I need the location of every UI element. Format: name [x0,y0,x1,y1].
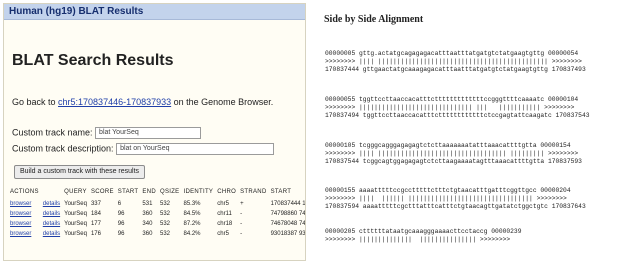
details-link[interactable]: details [43,211,60,217]
col-header: START [270,189,292,195]
alignment-title: Side by Side Alignment [324,14,424,25]
col-header: SCORE [90,189,114,195]
cell-score: 184 [90,211,101,217]
alignment-block: 00000105 tcgggcagggagagagtctcttaaaaaaata… [325,142,582,166]
alignment-block: 00000005 gttg.actatgcagagagacatttaatttat… [325,50,586,74]
col-header: ACTIONS [10,189,39,195]
cell-query: YourSeq [64,231,87,237]
cell-tstart: 93018387 9301851 [270,231,306,237]
target-line: 170837544 tcggcagtggagagagtctcttaagaaaat… [325,158,582,165]
build-custom-track-button[interactable]: Build a custom track with these results [14,165,146,179]
cell-identity: 84.5% [183,211,201,217]
table-row: browser details YourSeq 177 96 340 532 8… [10,219,306,229]
cell-start: 96 [117,211,125,217]
track-desc-input[interactable]: blat on YourSeq [116,143,275,155]
track-desc-row: Custom track description: blat on YourSe… [12,143,275,155]
col-header [43,189,64,199]
col-header: QUERY [64,189,87,195]
window-title: Human (hg19) BLAT Results [4,4,305,20]
cell-chrom: chr11 [217,211,232,217]
cell-qsize: 532 [159,231,170,237]
target-line: 170837494 tggttccttaaccacatttctttttttttt… [325,112,590,119]
col-header: START [117,189,139,195]
details-link[interactable]: details [43,221,60,227]
results-header-row: ACTIONS QUERY SCORE START END QSIZE IDEN… [10,189,305,199]
details-link[interactable]: details [43,231,60,237]
col-header: STRAND [240,189,267,195]
goback-suffix: on the Genome Browser. [171,97,274,107]
col-header: IDENTITY [183,189,214,195]
cell-start: 6 [117,201,122,207]
cell-chrom: chr5 [217,201,229,207]
track-name-row: Custom track name: blat YourSeq [12,127,202,139]
goback-line: Go back to chr5:170837446-170837933 on t… [12,97,273,107]
col-header: END [142,189,156,195]
query-line: 00000155 aaaatttttccgcctttttctttctgtaaca… [325,187,571,194]
browser-link[interactable]: browser [10,221,31,227]
alignment-block: 00000055 tggttccttaaccacatttcttttttttttt… [325,96,590,120]
alignment-block: 00000205 cttttttataatgcaaagggaaaacttccta… [325,228,522,244]
col-header: CHRO [217,189,237,195]
cell-query: YourSeq [64,201,87,207]
alignment-block: 00000155 aaaatttttccgcctttttctttctgtaaca… [325,187,586,211]
track-name-label: Custom track name: [12,127,93,138]
cell-score: 176 [90,231,101,237]
browser-link[interactable]: browser [10,201,31,207]
cell-identity: 87.2% [183,221,201,227]
target-line: 170837594 aaaatttttcgctttatttcatttctgtaa… [325,203,586,210]
details-link[interactable]: details [43,201,60,207]
match-line: >>>>>>>> |||| ||||||||||||||||||||||||||… [325,58,582,65]
cell-identity: 84.2% [183,231,201,237]
browser-link[interactable]: browser [10,231,31,237]
cell-qsize: 532 [159,221,170,227]
genome-browser-link[interactable]: chr5:170837446-170837933 [58,97,171,107]
cell-end: 360 [142,211,153,217]
alignment-panel: Side by Side Alignment 00000005 gttg.act… [315,0,619,262]
track-desc-label: Custom track description: [12,143,114,154]
cell-query: YourSeq [64,211,87,217]
query-line: 00000105 tcgggcagggagagagtctcttaaaaaaata… [325,142,571,149]
goback-prefix: Go back to [12,97,59,107]
table-row: browser details YourSeq 176 96 360 532 8… [10,229,306,239]
cell-tstart: 74678048 7467790 [270,221,306,227]
cell-tstart: 170837444 1708375 [270,201,306,207]
browser-link[interactable]: browser [10,211,31,217]
cell-end: 340 [142,221,153,227]
cell-tstart: 74798860 7479878 [270,211,306,217]
cell-strand: - [240,221,243,227]
query-line: 00000205 cttttttataatgcaaagggaaaacttccta… [325,228,522,235]
page-title: BLAT Search Results [12,52,174,69]
cell-score: 337 [90,201,101,207]
cell-identity: 85.3% [183,201,201,207]
query-line: 00000055 tggttccttaaccacatttcttttttttttt… [325,96,579,103]
cell-score: 177 [90,221,101,227]
table-row: browser details YourSeq 337 6 531 532 85… [10,199,306,209]
blat-results-panel: Human (hg19) BLAT Results BLAT Search Re… [3,3,306,261]
cell-query: YourSeq [64,221,87,227]
col-header: QSIZE [159,189,180,195]
query-line: 00000005 gttg.actatgcagagagacatttaatttat… [325,50,579,57]
cell-strand: + [240,201,244,207]
cell-start: 96 [117,221,125,227]
table-row: browser details YourSeq 184 96 360 532 8… [10,209,306,219]
cell-chrom: chr18 [217,221,233,227]
results-table: ACTIONS QUERY SCORE START END QSIZE IDEN… [10,189,306,239]
match-line: >>>>>>>> |||||||||||||| ||||||||||||||| … [325,236,511,243]
target-line: 170837444 gttgaactatgcaaagagacatttaattta… [325,66,586,73]
cell-end: 360 [142,231,153,237]
match-line: >>>>>>>> |||| ||||||||||||||||||||||||||… [325,150,579,157]
track-name-input[interactable]: blat YourSeq [95,127,202,139]
cell-strand: - [240,231,243,237]
match-line: >>>>>>>> |||| |||||| |||||||||||||||||||… [325,195,567,202]
cell-start: 96 [117,231,125,237]
cell-chrom: chr5 [217,231,229,237]
cell-qsize: 532 [159,201,170,207]
cell-end: 531 [142,201,153,207]
match-line: >>>>>>>> |||||||||||||||||||||||||||||| … [325,104,575,111]
cell-qsize: 532 [159,211,170,217]
cell-strand: - [240,211,243,217]
